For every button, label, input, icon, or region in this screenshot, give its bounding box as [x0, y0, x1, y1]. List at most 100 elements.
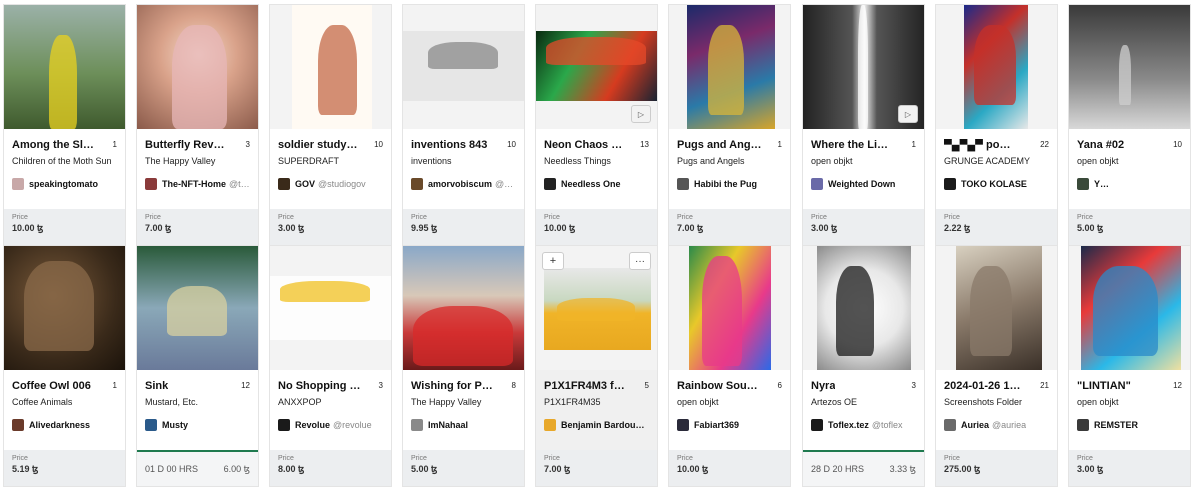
collection-name[interactable]: open objkt: [1077, 156, 1182, 166]
artwork-title[interactable]: soldier study…: [278, 139, 357, 152]
nft-card[interactable]: Pugs and Ang… 1 Pugs and Angels Habibi t…: [668, 4, 791, 246]
collection-name[interactable]: SUPERDRAFT: [278, 156, 383, 166]
nft-card[interactable]: 2024-01-26 1… 21 Screenshots Folder Auri…: [935, 245, 1058, 487]
creator-row[interactable]: speakingtomato: [12, 177, 117, 191]
nft-card[interactable]: Yana #02 10 open objkt Y… Price 5.00 ꜩ: [1068, 4, 1191, 246]
nft-card[interactable]: Rainbow Sou… 6 open objkt Fabiart369 Pri…: [668, 245, 791, 487]
collection-name[interactable]: Coffee Animals: [12, 397, 117, 407]
creator-row[interactable]: Alivedarkness: [12, 418, 117, 432]
creator-row[interactable]: Habibi the Pug: [677, 177, 782, 191]
play-icon[interactable]: ▷: [631, 105, 651, 123]
artwork-thumbnail[interactable]: + ···: [536, 246, 657, 370]
creator-row[interactable]: Musty: [145, 418, 250, 432]
artwork-title[interactable]: Nyra: [811, 380, 835, 393]
creator-row[interactable]: ImNahaal: [411, 418, 516, 432]
artwork-title[interactable]: 2024-01-26 1…: [944, 380, 1020, 393]
collection-name[interactable]: Pugs and Angels: [677, 156, 782, 166]
artwork-title[interactable]: Neon Chaos …: [544, 139, 622, 152]
artwork-thumbnail[interactable]: ▷: [536, 5, 657, 129]
artwork-thumbnail[interactable]: [137, 246, 258, 370]
collection-name[interactable]: The Happy Valley: [145, 156, 250, 166]
artwork-thumbnail[interactable]: [403, 246, 524, 370]
creator-name[interactable]: Musty: [162, 420, 188, 430]
artwork-thumbnail[interactable]: ▷: [803, 5, 924, 129]
artwork-title[interactable]: inventions 843: [411, 139, 487, 152]
add-icon[interactable]: +: [542, 252, 564, 270]
artwork-title[interactable]: Yana #02: [1077, 139, 1124, 152]
creator-name[interactable]: Toflex.tez: [828, 420, 869, 430]
creator-name[interactable]: The-NFT-Home: [162, 179, 226, 189]
nft-card[interactable]: "LINTIAN" 12 open objkt REMSTER Price 3.…: [1068, 245, 1191, 487]
creator-row[interactable]: REMSTER: [1077, 418, 1182, 432]
artwork-title[interactable]: Among the Sl…: [12, 139, 94, 152]
artwork-thumbnail[interactable]: [1069, 5, 1190, 129]
creator-row[interactable]: TOKO KOLASE: [944, 177, 1049, 191]
collection-name[interactable]: The Happy Valley: [411, 397, 516, 407]
nft-card[interactable]: ▷ Where the Li… 1 open objkt Weighted Do…: [802, 4, 925, 246]
creator-name[interactable]: Habibi the Pug: [694, 179, 757, 189]
collection-name[interactable]: Children of the Moth Sun: [12, 156, 117, 166]
artwork-title[interactable]: No Shopping …: [278, 380, 360, 393]
creator-name[interactable]: Alivedarkness: [29, 420, 90, 430]
artwork-title[interactable]: Butterfly Rev…: [145, 139, 224, 152]
creator-name[interactable]: Weighted Down: [828, 179, 895, 189]
creator-name[interactable]: Y…: [1094, 179, 1109, 189]
creator-row[interactable]: Fabiart369: [677, 418, 782, 432]
artwork-thumbnail[interactable]: [137, 5, 258, 129]
collection-name[interactable]: Needless Things: [544, 156, 649, 166]
nft-card[interactable]: ▀▄▀▄▀ po… 22 GRUNGE ACADEMY TOKO KOLASE …: [935, 4, 1058, 246]
creator-row[interactable]: Benjamin Bardou…: [544, 418, 649, 432]
artwork-title[interactable]: Wishing for P…: [411, 380, 493, 393]
creator-row[interactable]: Y…: [1077, 177, 1182, 191]
nft-card[interactable]: No Shopping … 3 ANXXPOP Revolue @revolue…: [269, 245, 392, 487]
artwork-thumbnail[interactable]: [936, 246, 1057, 370]
creator-row[interactable]: amorvobiscum @a…: [411, 177, 516, 191]
nft-card[interactable]: ▷ Neon Chaos … 13 Needless Things Needle…: [535, 4, 658, 246]
artwork-title[interactable]: Pugs and Ang…: [677, 139, 762, 152]
artwork-title[interactable]: ▀▄▀▄▀ po…: [944, 139, 1010, 152]
nft-card[interactable]: Butterfly Rev… 3 The Happy Valley The-NF…: [136, 4, 259, 246]
creator-name[interactable]: Needless One: [561, 179, 621, 189]
creator-name[interactable]: Fabiart369: [694, 420, 739, 430]
collection-name[interactable]: open objkt: [1077, 397, 1182, 407]
artwork-thumbnail[interactable]: [669, 5, 790, 129]
play-icon[interactable]: ▷: [898, 105, 918, 123]
collection-name[interactable]: ANXXPOP: [278, 397, 383, 407]
artwork-thumbnail[interactable]: [270, 246, 391, 370]
nft-card[interactable]: soldier study… 10 SUPERDRAFT GOV @studio…: [269, 4, 392, 246]
artwork-title[interactable]: "LINTIAN": [1077, 380, 1131, 393]
nft-card[interactable]: Sink 12 Mustard, Etc. Musty 01 D 00 HRS …: [136, 245, 259, 487]
creator-row[interactable]: Toflex.tez @toflex: [811, 418, 916, 432]
nft-card[interactable]: Among the Sl… 1 Children of the Moth Sun…: [3, 4, 126, 246]
collection-name[interactable]: Artezos OE: [811, 397, 916, 407]
creator-row[interactable]: Needless One: [544, 177, 649, 191]
artwork-thumbnail[interactable]: [403, 5, 524, 129]
creator-name[interactable]: Revolue: [295, 420, 330, 430]
creator-row[interactable]: Weighted Down: [811, 177, 916, 191]
creator-row[interactable]: The-NFT-Home @t…: [145, 177, 250, 191]
creator-name[interactable]: GOV: [295, 179, 315, 189]
artwork-thumbnail[interactable]: [4, 5, 125, 129]
creator-row[interactable]: GOV @studiogov: [278, 177, 383, 191]
artwork-title[interactable]: Where the Li…: [811, 139, 888, 152]
artwork-title[interactable]: Sink: [145, 380, 168, 393]
artwork-thumbnail[interactable]: [669, 246, 790, 370]
collection-name[interactable]: inventions: [411, 156, 516, 166]
creator-name[interactable]: REMSTER: [1094, 420, 1138, 430]
artwork-thumbnail[interactable]: [4, 246, 125, 370]
artwork-thumbnail[interactable]: [803, 246, 924, 370]
creator-row[interactable]: Revolue @revolue: [278, 418, 383, 432]
creator-name[interactable]: TOKO KOLASE: [961, 179, 1027, 189]
artwork-title[interactable]: P1X1FR4M3 f…: [544, 380, 625, 393]
creator-name[interactable]: amorvobiscum: [428, 179, 492, 189]
nft-card[interactable]: Coffee Owl 006 1 Coffee Animals Alivedar…: [3, 245, 126, 487]
artwork-thumbnail[interactable]: [1069, 246, 1190, 370]
artwork-thumbnail[interactable]: [936, 5, 1057, 129]
more-options-icon[interactable]: ···: [629, 252, 651, 270]
creator-row[interactable]: Auriea @auriea: [944, 418, 1049, 432]
collection-name[interactable]: open objkt: [811, 156, 916, 166]
collection-name[interactable]: Mustard, Etc.: [145, 397, 250, 407]
artwork-thumbnail[interactable]: [270, 5, 391, 129]
nft-card[interactable]: Wishing for P… 8 The Happy Valley ImNaha…: [402, 245, 525, 487]
artwork-title[interactable]: Coffee Owl 006: [12, 380, 91, 393]
